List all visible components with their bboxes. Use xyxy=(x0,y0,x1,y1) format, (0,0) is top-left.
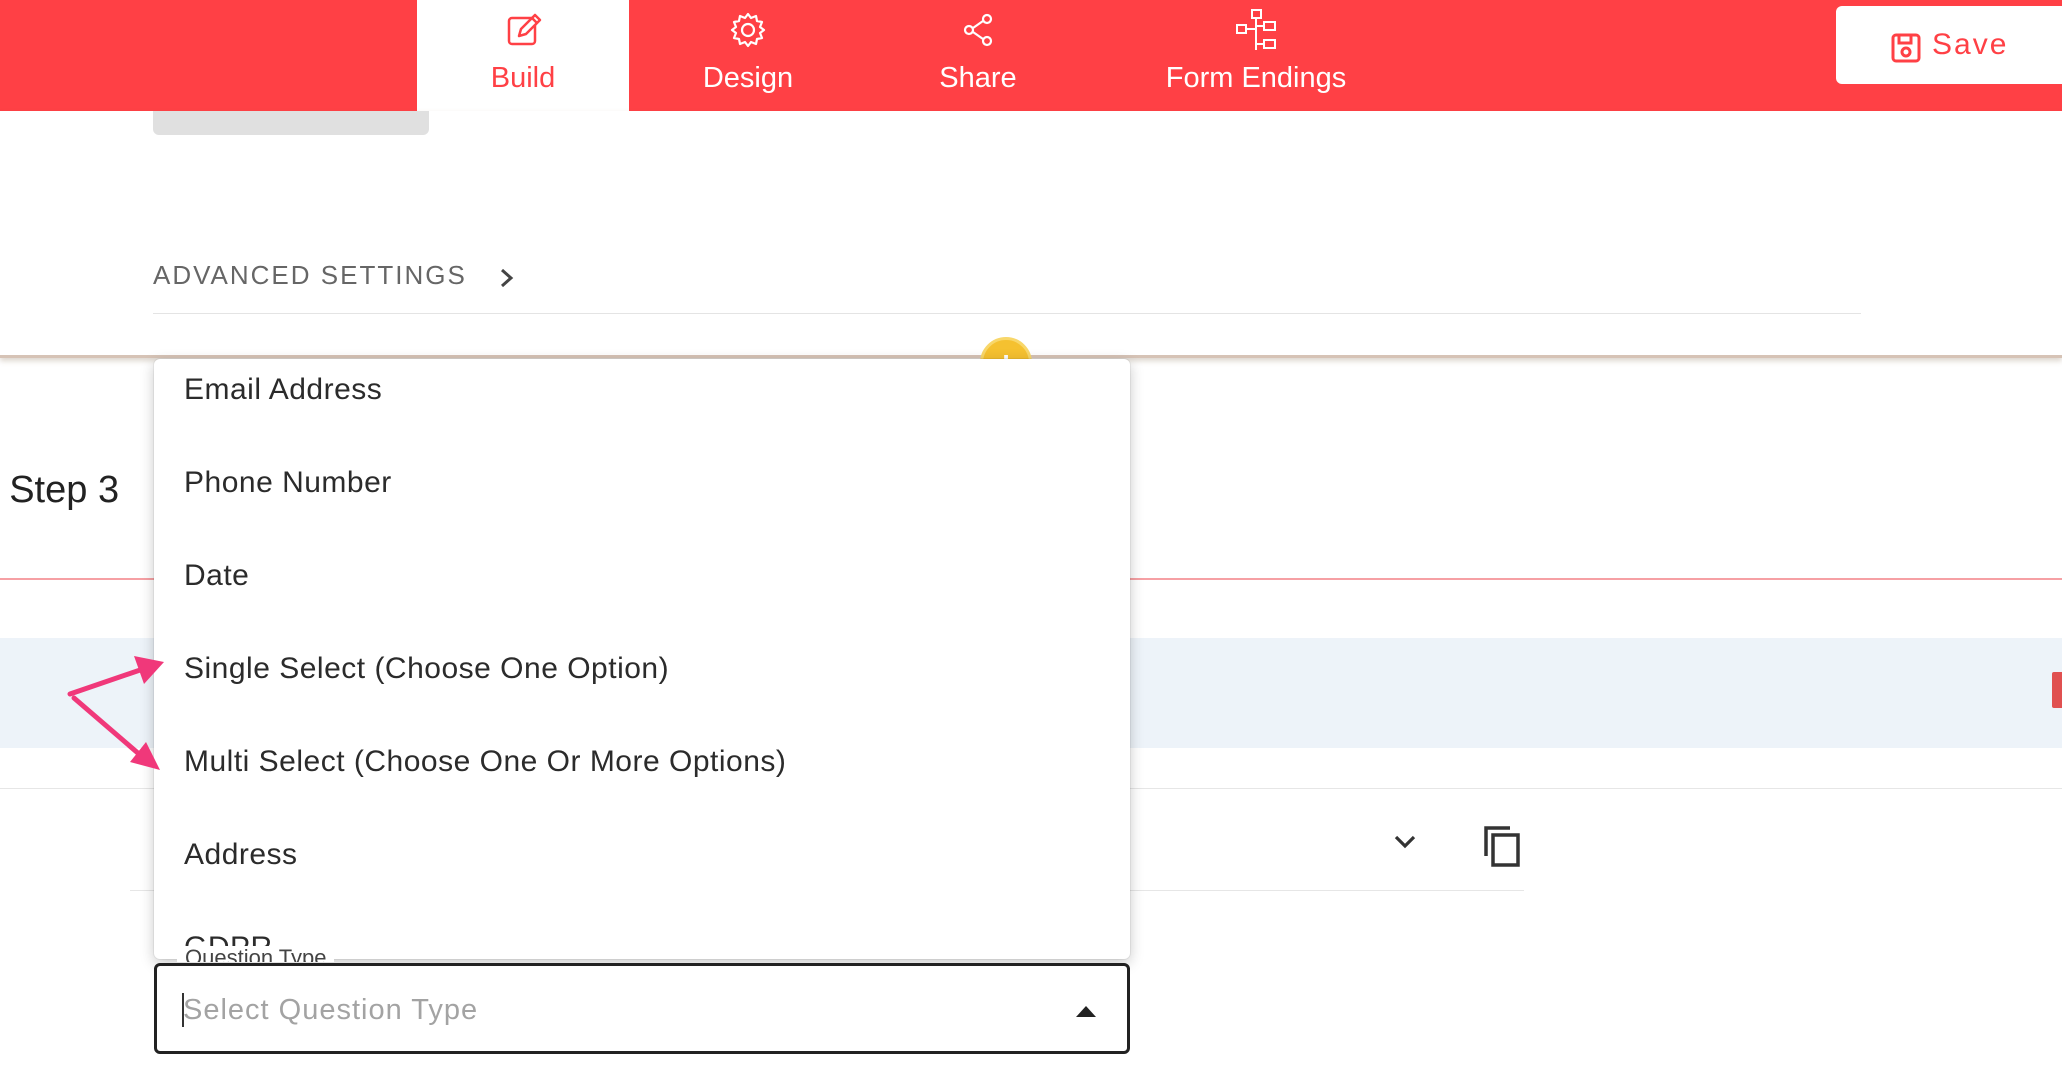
tab-design[interactable]: Design xyxy=(648,0,848,111)
option-address[interactable]: Address xyxy=(184,835,298,875)
save-button-label: Save xyxy=(1932,28,2009,61)
option-phone-number[interactable]: Phone Number xyxy=(184,463,392,503)
question-type-select[interactable]: Question Type Select Question Type xyxy=(154,946,1130,1054)
tab-build[interactable]: Build xyxy=(417,0,629,111)
top-navigation-bar: Build Design Share Form Endings Save xyxy=(0,0,2062,111)
question-type-label: Question Type xyxy=(177,946,335,962)
edit-icon xyxy=(507,13,542,46)
caret-up-icon[interactable] xyxy=(1075,1004,1097,1018)
share-icon xyxy=(963,13,993,47)
divider xyxy=(153,313,1861,314)
save-button[interactable]: Save xyxy=(1836,6,2062,84)
question-type-dropdown: Email Address Phone Number Date Single S… xyxy=(154,359,1130,959)
tab-form-endings-label: Form Endings xyxy=(1165,62,1347,94)
flow-icon xyxy=(1236,9,1276,50)
gear-icon xyxy=(730,12,766,48)
tab-share-label: Share xyxy=(939,62,1017,94)
trash-icon[interactable] xyxy=(2052,672,2062,708)
chevron-down-icon[interactable] xyxy=(1390,830,1420,854)
option-date[interactable]: Date xyxy=(184,556,249,596)
tab-form-endings[interactable]: Form Endings xyxy=(1140,0,1372,111)
option-single-select[interactable]: Single Select (Choose One Option) xyxy=(184,649,669,689)
grey-button-peek[interactable] xyxy=(153,111,429,135)
save-icon xyxy=(1891,33,1921,63)
chevron-right-icon[interactable] xyxy=(494,263,520,293)
step-title: r Step 3 xyxy=(0,469,120,511)
question-settings-card: ADVANCED SETTINGS xyxy=(0,111,2062,358)
tab-build-label: Build xyxy=(490,62,556,94)
annotation-arrows xyxy=(67,656,164,770)
tab-design-label: Design xyxy=(702,62,794,94)
copy-icon[interactable] xyxy=(1480,822,1524,870)
option-email-address[interactable]: Email Address xyxy=(184,370,382,410)
question-type-placeholder: Select Question Type xyxy=(183,994,479,1026)
tab-share[interactable]: Share xyxy=(880,0,1076,111)
advanced-settings-toggle[interactable]: ADVANCED SETTINGS xyxy=(153,257,467,293)
option-multi-select[interactable]: Multi Select (Choose One Or More Options… xyxy=(184,742,786,782)
